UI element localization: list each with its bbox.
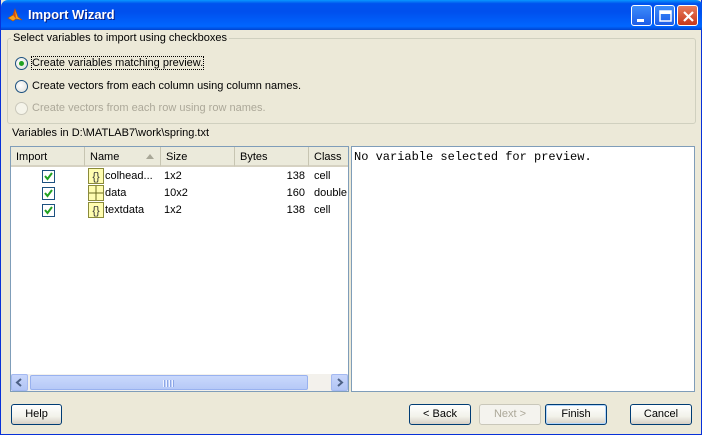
radio-button-disabled (15, 101, 28, 115)
help-button[interactable]: Help (11, 404, 62, 425)
maximize-icon (659, 10, 672, 22)
variable-size: 1x2 (164, 204, 182, 216)
variable-size: 10x2 (164, 187, 188, 199)
variable-name: textdata (105, 204, 145, 216)
variable-class: double (314, 187, 348, 199)
variable-class: cell (314, 170, 331, 182)
column-header-name-label: Name (90, 151, 120, 163)
close-icon (683, 11, 694, 22)
matlab-icon (7, 8, 23, 22)
radio-create-variables[interactable]: Create variables matching preview. (15, 55, 205, 71)
matrix-icon (88, 185, 104, 201)
horizontal-scrollbar[interactable] (11, 374, 348, 391)
column-header-bytes-label: Bytes (240, 151, 268, 163)
variables-source-label: Variables in D:\MATLAB7\work\spring.txt (12, 127, 210, 139)
table-row[interactable]: {} colhead... 1x2 138 cell (11, 168, 348, 185)
column-header-class-label: Class (314, 151, 342, 163)
radio-vectors-from-rows: Create vectors from each row using row n… (15, 100, 266, 116)
minimize-button[interactable] (631, 5, 652, 26)
radio-create-variables-label: Create variables matching preview. (30, 56, 205, 70)
chevron-left-icon (15, 378, 22, 387)
variable-bytes: 160 (286, 187, 305, 199)
variable-name: data (105, 187, 127, 199)
variable-bytes: 138 (286, 204, 305, 216)
next-button: Next > (479, 404, 541, 425)
import-wizard-window: Import Wizard Select variables to import… (0, 0, 702, 435)
column-header-bytes[interactable]: Bytes (235, 147, 309, 167)
radio-vectors-from-columns[interactable]: Create vectors from each column using co… (15, 78, 301, 94)
variable-class: cell (314, 204, 331, 216)
finish-button[interactable]: Finish (545, 404, 607, 425)
radio-vectors-from-rows-label: Create vectors from each row using row n… (32, 102, 266, 114)
import-checkbox[interactable] (42, 204, 55, 217)
scroll-right-button[interactable] (331, 374, 348, 391)
radio-button-checked[interactable] (15, 56, 28, 70)
window-title: Import Wizard (28, 7, 115, 22)
check-icon (44, 189, 53, 198)
minimize-icon (637, 19, 644, 22)
preview-pane: No variable selected for preview. (351, 146, 695, 392)
back-button[interactable]: < Back (409, 404, 471, 425)
grip-icon (163, 380, 175, 387)
import-checkbox[interactable] (42, 170, 55, 183)
svg-text:{}: {} (92, 171, 100, 183)
sort-ascending-icon (146, 154, 154, 159)
close-button[interactable] (677, 5, 698, 26)
chevron-right-icon (337, 378, 344, 387)
variables-table: Import Name Size Bytes Class {} colhead.… (10, 146, 349, 392)
variable-size: 1x2 (164, 170, 182, 182)
check-icon (44, 172, 53, 181)
title-bar[interactable]: Import Wizard (1, 0, 702, 30)
table-row[interactable]: data 10x2 160 double (11, 185, 348, 202)
preview-message: No variable selected for preview. (354, 150, 592, 164)
svg-text:{}: {} (92, 205, 100, 217)
cell-icon: {} (88, 168, 104, 184)
radio-vectors-from-columns-label: Create vectors from each column using co… (32, 80, 302, 92)
column-header-name[interactable]: Name (85, 147, 161, 167)
variable-bytes: 138 (286, 170, 305, 182)
import-checkbox[interactable] (42, 187, 55, 200)
radio-button[interactable] (15, 79, 28, 93)
scroll-left-button[interactable] (11, 374, 28, 391)
column-header-import-label: Import (16, 151, 48, 163)
check-icon (44, 206, 53, 215)
scroll-thumb[interactable] (30, 375, 308, 390)
table-header: Import Name Size Bytes Class (11, 147, 348, 167)
column-header-class[interactable]: Class (309, 147, 348, 167)
cell-icon: {} (88, 202, 104, 218)
column-header-import[interactable]: Import (11, 147, 85, 167)
table-row[interactable]: {} textdata 1x2 138 cell (11, 202, 348, 219)
cancel-button[interactable]: Cancel (630, 404, 692, 425)
column-header-size[interactable]: Size (161, 147, 235, 167)
variable-name: colhead... (105, 170, 153, 182)
maximize-button[interactable] (654, 5, 675, 26)
column-header-size-label: Size (166, 151, 188, 163)
import-options-legend: Select variables to import using checkbo… (11, 32, 229, 44)
